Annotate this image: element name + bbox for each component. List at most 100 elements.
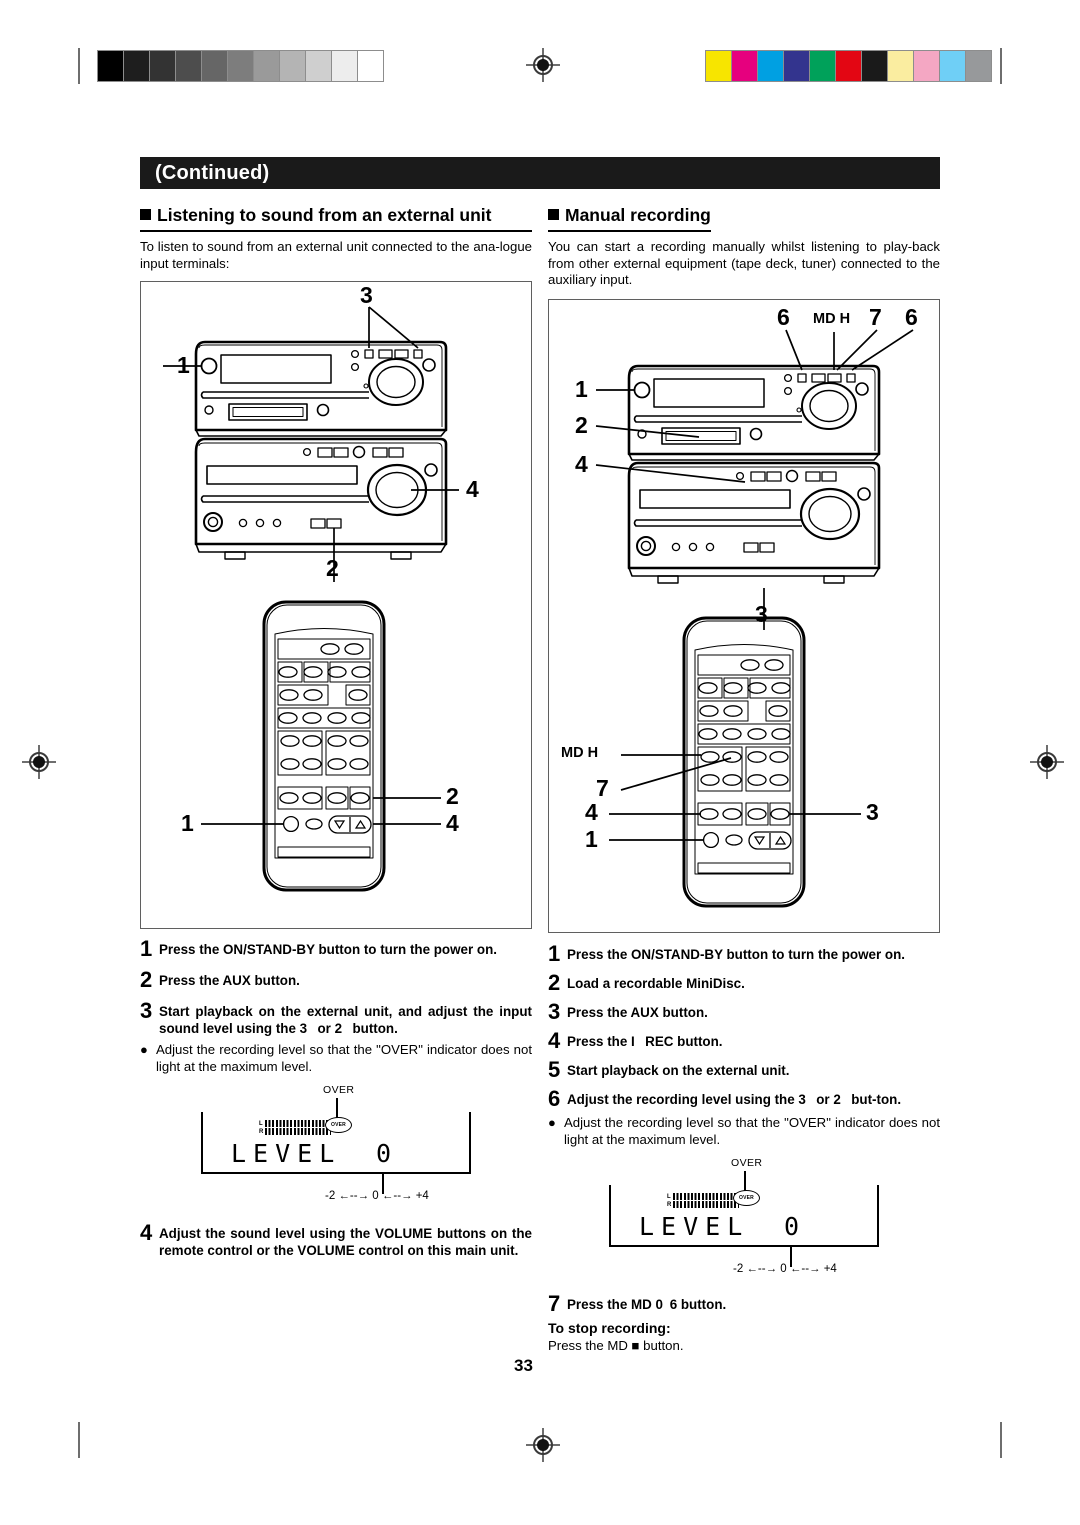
left-meter-bars-r bbox=[265, 1128, 331, 1135]
color-swatch-0 bbox=[706, 51, 732, 81]
left-step-4-group: 4 Adjust the sound level using the VOLUM… bbox=[140, 1222, 532, 1259]
right-figure-callout-4a: 4 bbox=[575, 450, 588, 477]
right-step-7-text: Press the MD 0 6 button. bbox=[567, 1296, 727, 1312]
left-figure: 1 3 4 2 1 2 4 bbox=[140, 281, 532, 929]
color-swatch-9 bbox=[940, 51, 966, 81]
greyscale-swatch-7 bbox=[280, 51, 306, 81]
left-figure-drawing bbox=[163, 306, 459, 892]
greyscale-swatch-5 bbox=[228, 51, 254, 81]
left-figure-callout-2a: 2 bbox=[326, 555, 339, 581]
color-swatch-10 bbox=[966, 51, 991, 81]
right-figure-callout-7a: 7 bbox=[869, 303, 882, 330]
left-level-text: LEVEL bbox=[231, 1139, 342, 1168]
right-step-1-number: 1 bbox=[548, 940, 561, 966]
right-figure-drawing bbox=[595, 328, 914, 907]
greyscale-swatch-8 bbox=[306, 51, 332, 81]
left-channel-label: L bbox=[259, 1121, 263, 1127]
right-figure-callout-6a: 6 bbox=[777, 303, 790, 330]
left-step-2-text: Press the AUX button. bbox=[159, 973, 300, 988]
left-step-4-number: 4 bbox=[140, 1220, 153, 1245]
greyscale-swatch-3 bbox=[176, 51, 202, 81]
color-swatch-7 bbox=[888, 51, 914, 81]
bullet-square-icon bbox=[140, 209, 151, 220]
left-figure-callout-2b: 2 bbox=[446, 783, 459, 809]
left-step-3-text: Start playback on the external unit, and… bbox=[159, 1004, 532, 1036]
color-swatch-2 bbox=[758, 51, 784, 81]
right-note-bullet: ● Adjust the recording level so that the… bbox=[548, 1114, 940, 1148]
right-over-indicator: OVER bbox=[733, 1189, 760, 1206]
right-step-7-number: 7 bbox=[548, 1290, 561, 1316]
continued-label: (Continued) bbox=[155, 162, 270, 184]
left-level-scale: -2 ←--→ 0 ←--→ +4 bbox=[325, 1190, 429, 1202]
left-figure-callout-4b: 4 bbox=[446, 810, 459, 836]
right-step-2-number: 2 bbox=[548, 969, 561, 995]
right-level-display-figure: OVER L R OVER LEVEL 0 -2 ←--→ 0 ←--→ +4 bbox=[579, 1157, 909, 1285]
right-figure-callout-3b: 3 bbox=[866, 798, 879, 825]
right-step-1-text: Press the ON/STAND-BY button to turn the… bbox=[567, 946, 905, 962]
right-figure-callout-1a: 1 bbox=[575, 375, 588, 402]
left-note-text: Adjust the recording level so that the "… bbox=[156, 1042, 532, 1074]
left-over-indicator: OVER bbox=[325, 1117, 352, 1133]
bullet-dot-icon: ● bbox=[140, 1042, 148, 1057]
color-swatch-8 bbox=[914, 51, 940, 81]
right-remote-md-label: MD H bbox=[561, 744, 599, 761]
page-number: 33 bbox=[514, 1356, 533, 1375]
right-step-3-number: 3 bbox=[548, 998, 561, 1024]
right-level-meter: L R bbox=[667, 1192, 777, 1209]
registration-mark-top bbox=[526, 48, 560, 82]
right-steps-list: 1 Press the ON/STAND-BY button to turn t… bbox=[548, 940, 940, 1148]
right-step-4: 4 Press the I REC button. bbox=[548, 1027, 940, 1053]
right-intro-paragraph: You can start a recording manually whils… bbox=[548, 239, 940, 287]
right-step-5: 5 Start playback on the external unit. bbox=[548, 1056, 940, 1082]
right-channel-label: R bbox=[259, 1129, 264, 1135]
left-heading-text: Listening to sound from an external unit bbox=[157, 205, 492, 225]
left-channel-label: L bbox=[667, 1193, 671, 1200]
bullet-square-icon bbox=[548, 209, 559, 220]
color-swatch-1 bbox=[732, 51, 758, 81]
left-step-1-number: 1 bbox=[140, 936, 153, 961]
left-level-meter: L R bbox=[259, 1120, 369, 1136]
right-step-5-text: Start playback on the external unit. bbox=[567, 1062, 790, 1078]
left-figure-callout-1b: 1 bbox=[181, 810, 194, 836]
right-figure-callout-3a: 3 bbox=[755, 600, 768, 627]
right-step-4-text: Press the I REC button. bbox=[567, 1033, 723, 1049]
right-figure-callout-1b: 1 bbox=[585, 825, 598, 852]
left-step-3-number: 3 bbox=[140, 998, 153, 1023]
greyscale-swatch-4 bbox=[202, 51, 228, 81]
left-section-heading: Listening to sound from an external unit bbox=[140, 205, 532, 232]
left-step-2: 2 Press the AUX button. bbox=[140, 969, 532, 991]
right-figure-callout-7b: 7 bbox=[596, 774, 609, 801]
right-column: Manual recording You can start a recordi… bbox=[548, 205, 940, 1354]
left-over-label: OVER bbox=[323, 1084, 355, 1096]
right-step-5-number: 5 bbox=[548, 1056, 561, 1082]
color-calibration-bar bbox=[705, 50, 992, 82]
right-figure-callout-2: 2 bbox=[575, 411, 588, 438]
left-step-4-text: Adjust the sound level using the VOLUME … bbox=[159, 1226, 532, 1258]
left-steps-list: 1 Press the ON/STAND-BY button to turn t… bbox=[140, 938, 532, 1075]
color-swatch-6 bbox=[862, 51, 888, 81]
left-intro-paragraph: To listen to sound from an external unit… bbox=[140, 239, 532, 271]
right-figure: 6 MD H 7 6 1 2 4 3 MD H 7 4 1 3 bbox=[548, 298, 940, 933]
right-step-4-number: 4 bbox=[548, 1027, 561, 1053]
bullet-dot-icon: ● bbox=[548, 1114, 556, 1130]
registration-mark-left bbox=[22, 745, 56, 779]
right-step-3-text: Press the AUX button. bbox=[567, 1004, 708, 1020]
right-note-text: Adjust the recording level so that the "… bbox=[564, 1114, 940, 1147]
greyscale-swatch-0 bbox=[98, 51, 124, 81]
greyscale-swatch-2 bbox=[150, 51, 176, 81]
right-step-6-number: 6 bbox=[548, 1085, 561, 1111]
left-step-3: 3 Start playback on the external unit, a… bbox=[140, 1000, 532, 1037]
registration-mark-bottom bbox=[526, 1428, 560, 1462]
registration-mark-right bbox=[1030, 745, 1064, 779]
left-step-1-text: Press the ON/STAND-BY button to turn the… bbox=[159, 942, 497, 957]
left-step-2-number: 2 bbox=[140, 967, 153, 992]
crop-tick-top-left bbox=[78, 48, 80, 84]
right-figure-callout-6b: 6 bbox=[905, 303, 918, 330]
left-level-value: 0 bbox=[376, 1139, 399, 1168]
stop-recording-heading: To stop recording: bbox=[548, 1319, 671, 1336]
greyscale-swatch-10 bbox=[358, 51, 383, 81]
left-column: Listening to sound from an external unit… bbox=[140, 205, 532, 1268]
right-level-scale: -2 ←--→ 0 ←--→ +4 bbox=[733, 1262, 837, 1275]
manual-page: (Continued) Listening to sound from an e… bbox=[0, 0, 1080, 1525]
right-over-indicator-text: OVER bbox=[739, 1194, 754, 1201]
